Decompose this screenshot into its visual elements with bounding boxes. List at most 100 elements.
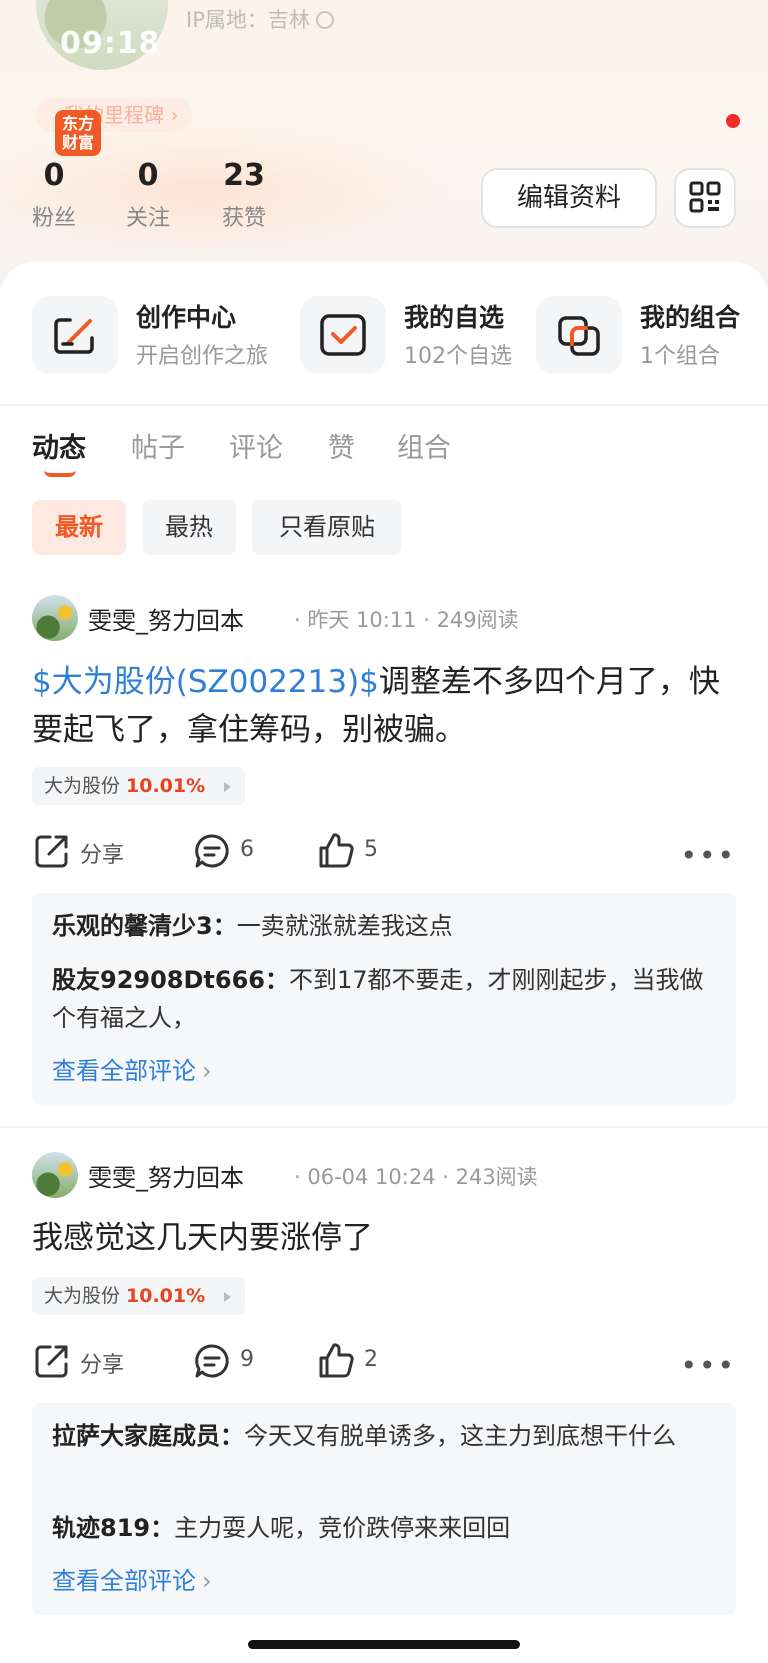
- comment-preview: 乐观的馨清少3：一卖就涨就差我这点 股友92908Dt666：不到17都不要走，…: [32, 893, 736, 1105]
- share-button[interactable]: 分享: [32, 831, 142, 871]
- tab-posts[interactable]: 帖子: [131, 426, 185, 465]
- like-count: 2: [364, 1347, 378, 1372]
- share-icon: [35, 1345, 68, 1378]
- comment-button[interactable]: 9: [192, 1341, 282, 1381]
- comment-item[interactable]: 乐观的馨清少3：一卖就涨就差我这点: [52, 907, 712, 945]
- comment-user: 拉萨大家庭成员：: [52, 1422, 244, 1450]
- post-header: 雯雯_努力回本 · 昨天 10:11 · 249阅读: [32, 595, 736, 643]
- post-meta: · 06-04 10:24 · 243阅读: [294, 1165, 538, 1189]
- avatar[interactable]: [32, 1152, 78, 1198]
- quick-link-creator[interactable]: 创作中心 开启创作之旅: [32, 296, 282, 376]
- post-header: 雯雯_努力回本 · 06-04 10:24 · 243阅读: [32, 1152, 736, 1200]
- triangle-right-icon: [224, 782, 232, 792]
- filter-latest[interactable]: 最新: [32, 500, 126, 555]
- stock-tag-name: 大为股份: [44, 1285, 121, 1307]
- stock-tag-change: 10.01%: [126, 775, 206, 797]
- notification-dot: [726, 114, 740, 128]
- view-all-comments-link[interactable]: 查看全部评论 ›: [52, 1561, 212, 1596]
- post-body: 我感觉这几天内要涨停了: [32, 1220, 373, 1256]
- quick-link-creator-title: 创作中心: [136, 303, 237, 332]
- stat-likes[interactable]: 23 获赞: [218, 160, 270, 232]
- quick-link-watchlist[interactable]: 我的自选 102个自选: [300, 296, 520, 376]
- share-icon: [35, 835, 68, 868]
- share-button[interactable]: 分享: [32, 1341, 142, 1381]
- comment-preview: 拉萨大家庭成员：今天又有脱单诱多，这主力到底想干什么 轨迹819：主力耍人呢，竞…: [32, 1403, 736, 1615]
- stat-likes-value: 23: [223, 158, 265, 193]
- qr-code-button[interactable]: [674, 168, 736, 228]
- stat-following-label: 关注: [125, 206, 170, 231]
- tab-comments[interactable]: 评论: [229, 426, 283, 465]
- comment-user: 股友92908Dt666：: [52, 966, 289, 994]
- stock-link[interactable]: $大为股份(SZ002213)$: [32, 664, 379, 700]
- tab-portfolio[interactable]: 组合: [397, 426, 451, 465]
- filter-hottest[interactable]: 最热: [142, 500, 236, 555]
- chevron-right-icon: ›: [202, 1567, 212, 1595]
- triangle-right-icon: [224, 1292, 232, 1302]
- like-button[interactable]: 2: [316, 1341, 406, 1381]
- post-meta: · 昨天 10:11 · 249阅读: [294, 608, 519, 632]
- stat-following[interactable]: 0 关注: [122, 160, 174, 232]
- comment-text: 主力耍人呢，竞价跌停来来回回: [174, 1514, 511, 1542]
- quick-link-creator-subtitle: 开启创作之旅: [136, 344, 269, 369]
- quick-link-portfolio-subtitle: 1个组合: [640, 344, 720, 369]
- ip-location: IP属地：吉林: [186, 4, 334, 34]
- quick-link-watchlist-subtitle: 102个自选: [404, 344, 512, 369]
- comment-user: 轨迹819：: [52, 1514, 175, 1542]
- comment-user: 乐观的馨清少3：: [52, 912, 237, 940]
- comment-count: 6: [240, 837, 254, 862]
- post-author[interactable]: 雯雯_努力回本: [88, 601, 244, 636]
- profile-header: 09:18 IP属地：吉林 我的里程碑 › 东方 财富 0 粉丝 0 关注 23 …: [0, 0, 768, 290]
- status-time: 09:18: [60, 26, 161, 61]
- thumbs-up-icon: [319, 833, 354, 868]
- comment-item[interactable]: 股友92908Dt666：不到17都不要走，才刚刚起步，当我做个有福之人，: [52, 961, 712, 1037]
- more-options-icon[interactable]: •••: [680, 839, 736, 872]
- check-square-icon: [300, 296, 386, 374]
- stacked-squares-icon: [536, 296, 622, 374]
- post-divider: [0, 1126, 768, 1128]
- ip-location-text: IP属地：吉林: [186, 8, 310, 32]
- quick-link-watchlist-title: 我的自选: [404, 303, 505, 332]
- comment-button[interactable]: 6: [192, 831, 282, 871]
- like-button[interactable]: 5: [316, 831, 406, 871]
- post-author[interactable]: 雯雯_努力回本: [88, 1158, 244, 1193]
- comment-icon: [195, 834, 229, 868]
- comment-text: 一卖就涨就差我这点: [236, 912, 453, 940]
- quick-link-portfolio[interactable]: 我的组合 1个组合: [536, 296, 756, 376]
- like-count: 5: [364, 837, 378, 862]
- comment-item[interactable]: 轨迹819：主力耍人呢，竞价跌停来来回回: [52, 1509, 712, 1547]
- filter-original-only[interactable]: 只看原贴: [252, 500, 402, 555]
- home-indicator[interactable]: [248, 1640, 520, 1649]
- more-options-icon[interactable]: •••: [680, 1349, 736, 1382]
- stat-fans[interactable]: 0 粉丝: [28, 160, 80, 232]
- share-label: 分享: [80, 1353, 125, 1378]
- view-all-label: 查看全部评论: [52, 1057, 196, 1085]
- post-text[interactable]: $大为股份(SZ002213)$调整差不多四个月了，快要起飞了，拿住筹码，别被骗…: [32, 658, 736, 754]
- app-logo: 东方 财富: [55, 110, 101, 156]
- stat-fans-label: 粉丝: [31, 206, 76, 231]
- comment-count: 9: [240, 1347, 254, 1372]
- section-divider: [0, 404, 768, 406]
- active-tab-indicator: [44, 470, 76, 477]
- thumbs-up-icon: [319, 1343, 354, 1378]
- tab-dynamics[interactable]: 动态: [32, 426, 86, 465]
- view-all-comments-link[interactable]: 查看全部评论 ›: [52, 1051, 212, 1086]
- stat-following-value: 0: [137, 158, 159, 193]
- edit-profile-button[interactable]: 编辑资料: [481, 168, 657, 228]
- comment-text: 今天又有脱单诱多，这主力到底想干什么: [244, 1422, 676, 1450]
- stock-tag[interactable]: 大为股份 10.01%: [32, 767, 246, 805]
- post-text[interactable]: 我感觉这几天内要涨停了: [32, 1214, 736, 1262]
- post-actions: 分享 6 5 •••: [32, 831, 736, 872]
- chevron-right-icon: ›: [202, 1057, 212, 1085]
- comment-icon: [195, 1344, 229, 1378]
- tab-likes[interactable]: 赞: [328, 426, 355, 465]
- quick-link-portfolio-title: 我的组合: [640, 303, 741, 332]
- share-label: 分享: [80, 843, 125, 868]
- comment-item[interactable]: 拉萨大家庭成员：今天又有脱单诱多，这主力到底想干什么: [52, 1417, 712, 1455]
- avatar[interactable]: [32, 595, 78, 641]
- stock-tag-name: 大为股份: [44, 775, 121, 797]
- stock-tag[interactable]: 大为股份 10.01%: [32, 1277, 246, 1315]
- post-actions: 分享 9 2 •••: [32, 1341, 736, 1382]
- qr-code-icon: [689, 181, 721, 213]
- stat-likes-label: 获赞: [221, 206, 266, 231]
- info-icon[interactable]: [315, 11, 334, 29]
